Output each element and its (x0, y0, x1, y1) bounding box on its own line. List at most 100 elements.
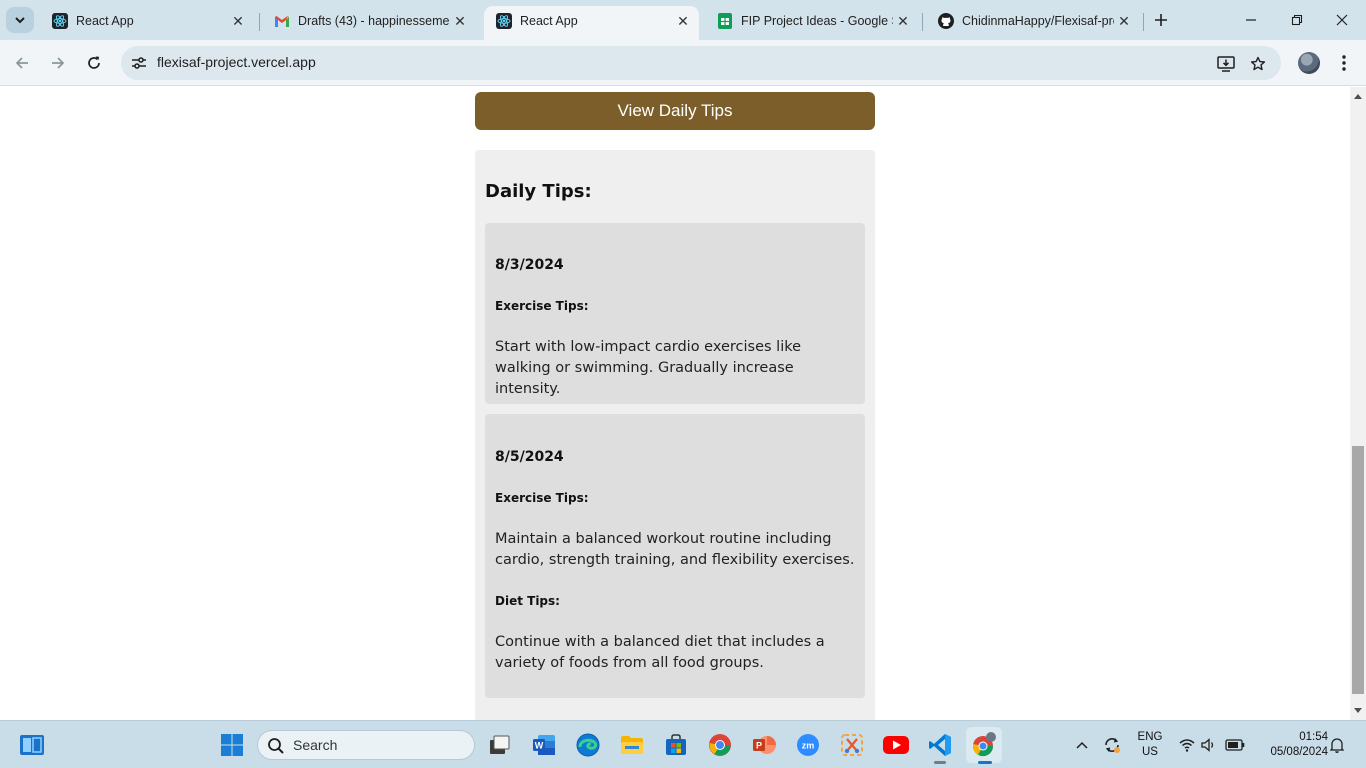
browser-toolbar: flexisaf-project.vercel.app (0, 40, 1366, 86)
clock-time: 01:54 (1299, 731, 1328, 743)
start-windows-icon[interactable] (218, 731, 246, 759)
clock-date: 05/08/2024 (1270, 746, 1328, 758)
scroll-down-arrow-icon[interactable] (1353, 706, 1363, 716)
search-icon (268, 738, 284, 754)
reload-icon (88, 56, 100, 69)
tab-title: React App (520, 14, 578, 28)
forward-button[interactable] (46, 51, 70, 75)
notification-bell-icon[interactable] (1326, 731, 1348, 759)
reload-button[interactable] (82, 51, 106, 75)
profile-avatar[interactable] (1298, 52, 1320, 74)
tab-search-button[interactable] (6, 7, 34, 33)
browser-tab-strip: React App ✕ Drafts (43) - happinessemeli… (0, 0, 1366, 40)
tab-react-app-1[interactable]: React App ✕ (40, 6, 254, 36)
bookmark-star-icon[interactable] (1247, 53, 1269, 75)
restore-button[interactable] (1283, 8, 1311, 32)
chevron-down-icon (15, 17, 25, 24)
vscode-icon[interactable] (926, 731, 954, 759)
tab-divider (259, 13, 260, 31)
close-window-button[interactable] (1328, 8, 1356, 32)
tab-divider (1143, 13, 1144, 31)
more-vertical-icon (1342, 55, 1346, 71)
diet-tips-label: Diet Tips: (495, 594, 560, 608)
tip-card: 8/3/2024 Exercise Tips: Start with low-i… (485, 223, 865, 404)
running-indicator (934, 761, 946, 764)
svg-text:P: P (756, 741, 762, 751)
close-icon[interactable]: ✕ (1114, 11, 1134, 31)
back-button[interactable] (10, 51, 34, 75)
react-icon (496, 13, 512, 29)
tab-title: Drafts (43) - happinessemeli (298, 14, 450, 28)
task-view-icon[interactable] (486, 731, 514, 759)
zoom-icon[interactable]: zm (794, 731, 822, 759)
arrow-right-icon (52, 57, 65, 69)
search-placeholder: Search (293, 737, 338, 753)
view-daily-tips-button[interactable]: View Daily Tips (475, 92, 875, 130)
powerpoint-icon[interactable]: P (750, 731, 778, 759)
sync-icon[interactable] (1098, 731, 1126, 759)
github-icon (938, 13, 954, 29)
tab-divider (922, 13, 923, 31)
battery-icon[interactable] (1224, 731, 1246, 759)
page-scrollbar[interactable] (1350, 87, 1366, 720)
chrome-profile-icon[interactable] (966, 727, 1002, 763)
microsoft-store-icon[interactable] (662, 731, 690, 759)
daily-tips-panel: Daily Tips: 8/3/2024 Exercise Tips: Star… (475, 150, 875, 720)
widgets-icon[interactable] (18, 731, 46, 759)
tab-react-app-active[interactable]: React App ✕ (484, 6, 699, 40)
tip-date: 8/5/2024 (495, 449, 564, 465)
minimize-button[interactable] (1237, 8, 1265, 32)
site-info-icon[interactable] (128, 52, 150, 74)
page-content: View Daily Tips Daily Tips: 8/3/2024 Exe… (0, 87, 1350, 720)
active-indicator (978, 761, 992, 764)
keyboard-layout: US (1142, 746, 1158, 758)
scroll-up-arrow-icon[interactable] (1353, 91, 1363, 101)
exercise-tip-text: Start with low-impact cardio exercises l… (495, 339, 802, 397)
svg-text:zm: zm (802, 741, 815, 751)
close-icon (1336, 14, 1348, 26)
tab-fip-project-ideas[interactable]: FIP Project Ideas - Google Sl ✕ (705, 6, 919, 36)
minimize-icon (1246, 19, 1256, 21)
tip-date: 8/3/2024 (495, 257, 564, 273)
tab-github-repo[interactable]: ChidinmaHappy/Flexisaf-prc ✕ (926, 6, 1140, 36)
browser-menu-button[interactable] (1334, 52, 1354, 74)
chrome-icon[interactable] (706, 731, 734, 759)
address-bar[interactable]: flexisaf-project.vercel.app (121, 46, 1281, 80)
arrow-left-icon (15, 57, 28, 69)
tab-title: React App (76, 14, 134, 28)
chevron-up-icon[interactable] (1068, 731, 1096, 759)
language-indicator[interactable]: ENG US (1133, 730, 1167, 760)
svg-text:W: W (535, 741, 544, 751)
close-icon[interactable]: ✕ (893, 11, 913, 31)
file-explorer-icon[interactable] (618, 731, 646, 759)
taskbar-search-box[interactable]: Search (257, 730, 475, 760)
close-icon[interactable]: ✕ (450, 11, 470, 31)
language-code: ENG (1137, 731, 1163, 743)
diet-tip-text: Continue with a balanced diet that inclu… (495, 634, 825, 671)
install-app-icon[interactable] (1215, 53, 1237, 75)
wifi-icon[interactable] (1178, 731, 1196, 759)
exercise-tips-label: Exercise Tips: (495, 491, 589, 505)
volume-icon[interactable] (1200, 731, 1218, 759)
windows-taskbar: Search W P zm ENG US 01:54 05/08/2024 (0, 720, 1366, 768)
daily-tips-heading: Daily Tips: (485, 181, 592, 202)
sheets-icon (717, 13, 733, 29)
snipping-tool-icon[interactable] (838, 731, 866, 759)
tab-title: FIP Project Ideas - Google Sl (741, 14, 893, 28)
youtube-icon[interactable] (882, 731, 910, 759)
scrollbar-thumb[interactable] (1352, 446, 1364, 694)
clock[interactable]: 01:54 05/08/2024 (1256, 730, 1328, 760)
tab-gmail-drafts[interactable]: Drafts (43) - happinessemeli ✕ (262, 6, 476, 36)
close-icon[interactable]: ✕ (673, 11, 693, 31)
word-icon[interactable]: W (530, 731, 558, 759)
tab-title: ChidinmaHappy/Flexisaf-prc (962, 14, 1114, 28)
react-icon (52, 13, 68, 29)
plus-icon (1155, 14, 1167, 26)
edge-icon[interactable] (574, 731, 602, 759)
tip-card: 8/5/2024 Exercise Tips: Maintain a balan… (485, 414, 865, 698)
exercise-tips-label: Exercise Tips: (495, 299, 589, 313)
url-text: flexisaf-project.vercel.app (157, 54, 316, 70)
close-icon[interactable]: ✕ (228, 11, 248, 31)
new-tab-button[interactable] (1150, 9, 1172, 31)
restore-icon (1291, 14, 1303, 26)
